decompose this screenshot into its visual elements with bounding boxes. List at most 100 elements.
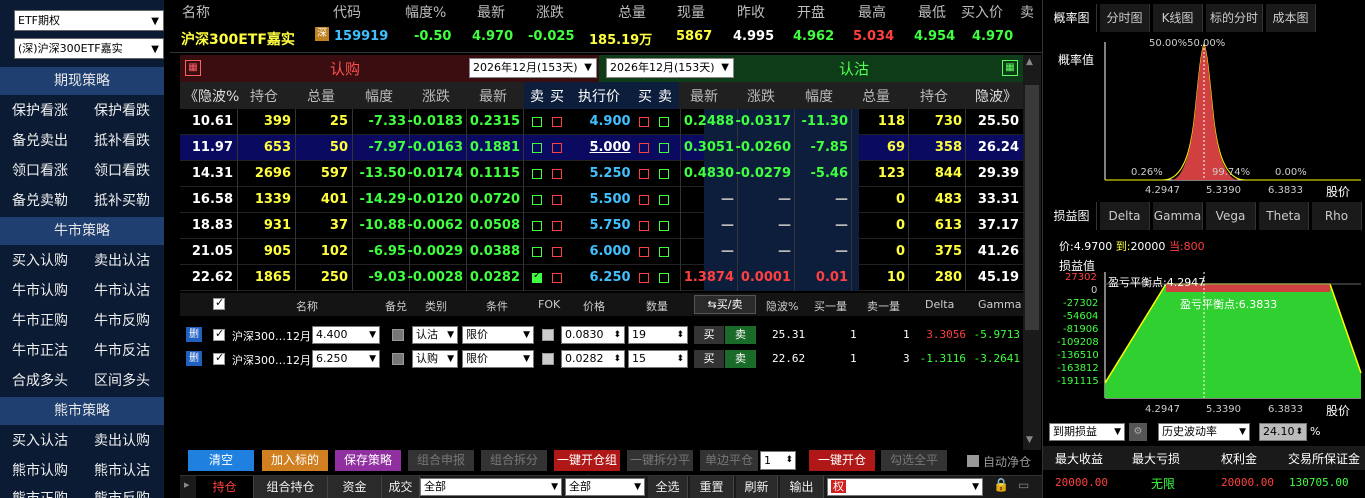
underlying-select[interactable]: (深)沪深300ETF嘉实 ▼ [14, 38, 164, 59]
strike-price[interactable]: 5.000 [586, 140, 634, 155]
strike-price[interactable]: 5.250 [586, 166, 634, 181]
tab-gamma[interactable]: Gamma [1153, 202, 1203, 230]
buy-button[interactable]: 买 [694, 326, 724, 344]
delete-order-button[interactable]: 删 [186, 327, 202, 342]
strategy-item[interactable]: 抵补看跌 [86, 126, 158, 156]
call-buy-checkbox[interactable] [552, 195, 562, 205]
toggle-buy-sell-button[interactable]: ⇆买/卖 [694, 295, 756, 314]
chain-row[interactable]: 14.31 2696 597 -13.50 -0.0174 0.1115 0.4830 -0.… [180, 161, 1023, 187]
put-buy-checkbox[interactable] [639, 273, 649, 283]
lot-quantity-stepper[interactable]: 1 ⬍ [760, 451, 796, 470]
export-button[interactable]: 输出 [780, 476, 824, 498]
chain-col-header[interactable]: 最新 [690, 86, 718, 106]
settings-icon[interactable]: ⚙ [1129, 423, 1147, 441]
covered-checkbox[interactable] [392, 329, 404, 341]
strategy-item[interactable]: 熊市反购 [86, 484, 158, 498]
tab-kline-chart[interactable]: K线图 [1153, 4, 1203, 32]
filter-select-2[interactable]: 全部 ▼ [565, 478, 645, 496]
call-buy-checkbox[interactable] [552, 273, 562, 283]
strategy-item[interactable]: 保护看跌 [86, 96, 158, 126]
combo-report-button[interactable]: 组合申报 [408, 450, 474, 471]
chain-col-header[interactable]: 持仓 [250, 86, 278, 106]
call-expiry-select[interactable]: 2026年12月(153天) ▼ [469, 58, 597, 78]
call-buy-checkbox[interactable] [552, 169, 562, 179]
lock-icon[interactable]: 🔒 [993, 478, 1009, 493]
strategy-item[interactable]: 备兑卖出 [4, 126, 76, 156]
strategy-item[interactable]: 领口看涨 [4, 156, 76, 186]
tab-positions[interactable]: 持仓 [196, 476, 254, 498]
strategy-item[interactable]: 买入认购 [4, 246, 76, 276]
covered-checkbox[interactable] [392, 353, 404, 365]
put-buy-checkbox[interactable] [639, 247, 649, 257]
sell-button[interactable]: 卖 [725, 326, 756, 344]
call-sell-checkbox[interactable] [532, 195, 542, 205]
chain-col-header[interactable]: 持仓 [920, 86, 948, 106]
put-sell-checkbox[interactable] [659, 273, 669, 283]
put-buy-checkbox[interactable] [639, 221, 649, 231]
tab-rho[interactable]: Rho [1312, 202, 1362, 230]
strategy-item[interactable]: 卖出认购 [86, 426, 158, 456]
add-underlying-button[interactable]: 加入标的 [262, 450, 328, 471]
strategy-item[interactable]: 熊市认购 [4, 456, 76, 486]
fok-checkbox[interactable] [542, 329, 554, 341]
put-sell-checkbox[interactable] [659, 169, 669, 179]
product-select[interactable]: ETF期权 ▼ [14, 10, 164, 31]
tab-theta[interactable]: Theta [1259, 202, 1309, 230]
order-checkbox[interactable]: ✓ [213, 327, 225, 341]
order-qty-stepper[interactable]: 15 ⬍ [628, 350, 688, 368]
section-bear-strategy[interactable]: 熊市策略 [0, 397, 164, 425]
chain-col-header[interactable]: 《隐波% [184, 86, 239, 106]
call-buy-checkbox[interactable] [552, 247, 562, 257]
call-sell-checkbox[interactable] [532, 221, 542, 231]
scrollbar-thumb[interactable] [1025, 85, 1039, 330]
tab-funds[interactable]: 资金 [328, 476, 382, 498]
chain-row[interactable]: 18.83 931 37 -10.88 -0.0062 0.0508 — — — 0 613 37.1… [180, 213, 1023, 239]
volatility-select[interactable]: 历史波动率 ▼ [1158, 423, 1250, 441]
chain-col-header[interactable]: 执行价 [578, 86, 620, 106]
order-type-select[interactable]: 认沽 ▼ [412, 326, 458, 344]
order-strike-select[interactable]: 6.250 ▼ [312, 350, 380, 368]
expiry-pl-select[interactable]: 到期损益 ▼ [1049, 423, 1125, 441]
strategy-item[interactable]: 抵补买勒 [86, 186, 158, 216]
reset-button[interactable]: 重置 [690, 476, 734, 498]
strategy-item[interactable]: 领口看跌 [86, 156, 158, 186]
put-expiry-select[interactable]: 2026年12月(153天) ▼ [606, 58, 734, 78]
clear-button[interactable]: 清空 [188, 450, 254, 471]
call-sell-checkbox[interactable] [532, 143, 542, 153]
put-sell-checkbox[interactable] [659, 117, 669, 127]
put-sell-checkbox[interactable] [659, 247, 669, 257]
one-click-open-button[interactable]: 一键开仓 [809, 450, 875, 471]
order-strike-select[interactable]: 4.400 ▼ [312, 326, 380, 344]
order-condition-select[interactable]: 限价 ▼ [462, 326, 534, 344]
put-sell-checkbox[interactable] [659, 195, 669, 205]
tab-probability-chart[interactable]: 概率图 [1047, 4, 1097, 32]
put-sell-checkbox[interactable] [659, 143, 669, 153]
order-price-stepper[interactable]: 0.0830 ⬍ [561, 326, 625, 344]
chain-col-header[interactable]: 总量 [307, 86, 335, 106]
chain-col-header[interactable]: 幅度 [805, 86, 833, 106]
strategy-item[interactable]: 熊市正购 [4, 484, 76, 498]
call-buy-checkbox[interactable] [552, 117, 562, 127]
strategy-item[interactable]: 备兑卖勒 [4, 186, 76, 216]
order-condition-select[interactable]: 限价 ▼ [462, 350, 534, 368]
search-input[interactable]: 权 ▼ [827, 478, 983, 496]
order-checkbox[interactable]: ✓ [213, 351, 225, 365]
strategy-item[interactable]: 卖出认沽 [86, 246, 158, 276]
one-click-split-flat-button[interactable]: 一键拆分平仓 [627, 450, 693, 488]
menu-icon[interactable]: ▭ [1018, 478, 1029, 492]
call-sell-checkbox[interactable] [532, 247, 542, 257]
strategy-item[interactable]: 合成多头 [4, 366, 76, 396]
chain-row[interactable]: 16.58 1339 401 -14.29 -0.0120 0.0720 — — — 0 483 33… [180, 187, 1023, 213]
auto-net-checkbox[interactable] [967, 455, 979, 467]
tab-intraday-chart[interactable]: 分时图 [1100, 4, 1150, 32]
put-sell-checkbox[interactable] [659, 221, 669, 231]
strike-price[interactable]: 4.900 [586, 114, 634, 129]
delete-order-button[interactable]: 删 [186, 351, 202, 366]
chain-col-header[interactable]: 总量 [862, 86, 890, 106]
chain-col-header[interactable]: 涨跌 [747, 86, 775, 106]
chain-col-header[interactable]: 幅度 [365, 86, 393, 106]
strike-price[interactable]: 6.250 [586, 270, 634, 285]
select-all-checkbox[interactable]: ✓ [213, 296, 225, 310]
chain-col-header[interactable]: 买 [550, 86, 564, 106]
check-flat-all-button[interactable]: 勾选全平 [881, 450, 947, 471]
